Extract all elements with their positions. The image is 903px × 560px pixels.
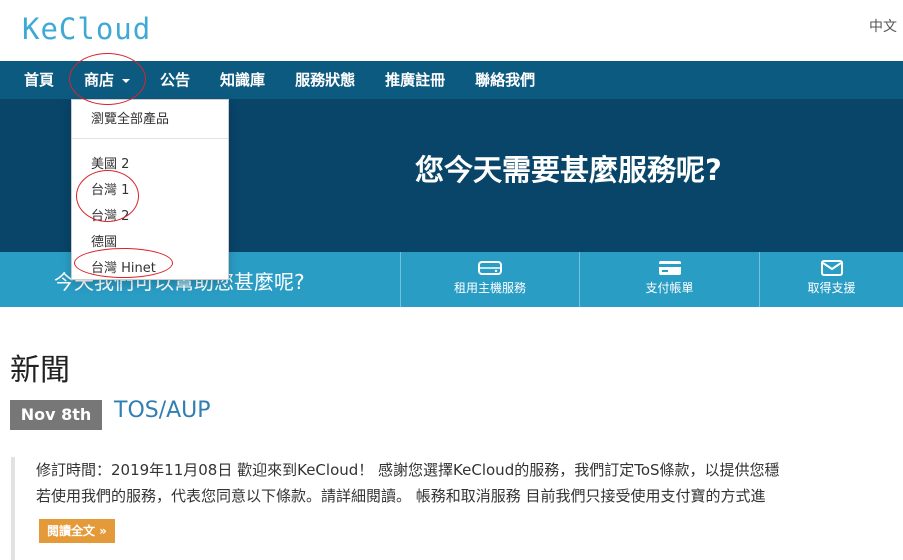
credit-card-icon [658, 261, 681, 275]
post-excerpt-line: 若使用我們的服務，代表您同意以下條款。請詳細閱讀。 帳務和取消服務 目前我們只接… [36, 487, 766, 505]
nav-affiliates-label: 推廣註冊 [385, 71, 446, 89]
dropdown-item-taiwan-1[interactable]: 台灣 1 [91, 179, 129, 198]
dropdown-item-taiwan-2[interactable]: 台灣 2 [91, 205, 129, 224]
order-hosting-button[interactable]: 租用主機服務 [400, 252, 579, 307]
hero-title: 您今天需要甚麼服務呢? [415, 153, 722, 187]
caret-down-icon [122, 78, 131, 83]
post-title-link[interactable]: TOS/AUP [114, 398, 211, 423]
dropdown-item-germany[interactable]: 德國 [91, 231, 117, 250]
main-nav: 首頁 商店 公告 知識庫 服務狀態 推廣註冊 聯絡我們 [0, 61, 903, 99]
dropdown-divider [72, 138, 228, 139]
dropdown-item-taiwan-hinet[interactable]: 台灣 Hinet [91, 257, 156, 276]
news-heading: 新聞 [10, 353, 70, 388]
nav-home[interactable]: 首頁 [0, 61, 69, 99]
store-dropdown-menu: 瀏覽全部產品 美國 2 台灣 1 台灣 2 德國 台灣 Hinet [71, 99, 229, 280]
nav-knowledgebase-label: 知識庫 [220, 71, 266, 89]
top-header: KeCloud 中文 [0, 0, 903, 61]
read-more-button[interactable]: 閱讀全文 » [39, 519, 115, 543]
nav-store-label: 商店 [84, 71, 115, 89]
kecloud-logo[interactable]: KeCloud [22, 12, 151, 46]
pay-bill-button[interactable]: 支付帳單 [579, 252, 759, 307]
nav-contact[interactable]: 聯絡我們 [460, 61, 550, 99]
nav-store[interactable]: 商店 [69, 61, 145, 99]
nav-contact-label: 聯絡我們 [475, 71, 536, 89]
nav-service-status-label: 服務狀態 [295, 71, 356, 89]
nav-service-status[interactable]: 服務狀態 [280, 61, 370, 99]
language-selector[interactable]: 中文 [869, 16, 897, 36]
nav-affiliates[interactable]: 推廣註冊 [370, 61, 460, 99]
nav-announcements-label: 公告 [160, 71, 191, 89]
dropdown-item-usa-2[interactable]: 美國 2 [91, 153, 129, 172]
post-excerpt-line: 修訂時間：2019年11月08日 歡迎來到KeCloud！ 感謝您選擇KeClo… [36, 461, 780, 479]
server-icon [478, 261, 502, 275]
pay-bill-label: 支付帳單 [645, 281, 694, 295]
dropdown-item-all-products[interactable]: 瀏覽全部產品 [91, 108, 169, 127]
nav-home-label: 首頁 [24, 71, 55, 89]
post-excerpt: 修訂時間：2019年11月08日 歡迎來到KeCloud！ 感謝您選擇KeClo… [11, 457, 903, 560]
post-date-badge: Nov 8th [10, 400, 102, 430]
get-support-button[interactable]: 取得支援 [759, 252, 903, 307]
get-support-label: 取得支援 [807, 281, 856, 295]
envelope-icon [820, 260, 843, 276]
order-hosting-label: 租用主機服務 [453, 281, 526, 295]
nav-knowledgebase[interactable]: 知識庫 [205, 61, 280, 99]
nav-announcements[interactable]: 公告 [145, 61, 205, 99]
